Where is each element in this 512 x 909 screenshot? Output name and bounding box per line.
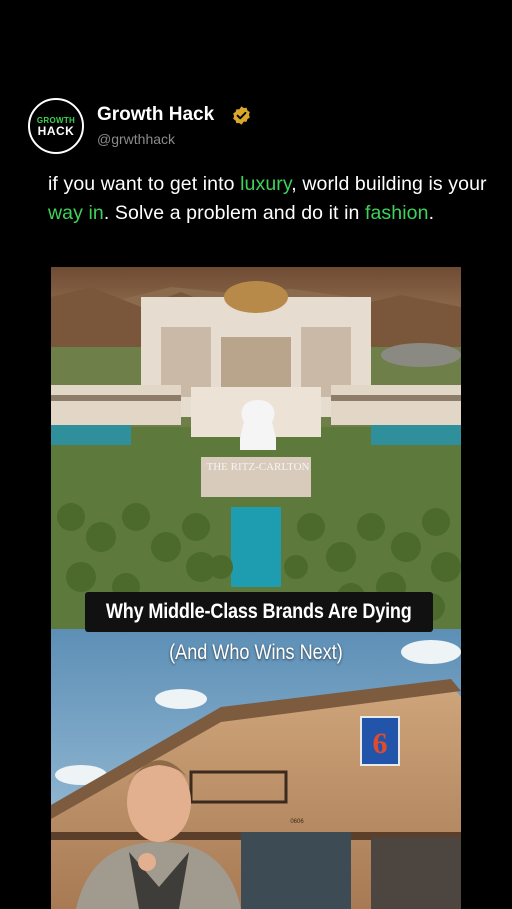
video-title-box: Why Middle-Class Brands Are Dying xyxy=(85,592,433,632)
avatar[interactable]: GROWTH HACK xyxy=(28,98,84,154)
post-media[interactable]: 6 0606 THE RITZ-CARLTON xyxy=(51,267,461,909)
hotel-logo-text: THE RITZ-CARLTON xyxy=(207,461,310,473)
caption-text: if you want to get into xyxy=(48,173,241,195)
account-name[interactable]: Growth Hack xyxy=(97,104,214,126)
video-title: Why Middle-Class Brands Are Dying xyxy=(106,600,412,623)
motel-sign-number: 6 xyxy=(373,727,388,760)
post-header: GROWTH HACK Growth Hack @grwthhack xyxy=(28,98,488,158)
verified-badge-icon xyxy=(233,106,250,125)
caption-highlight-luxury: luxury xyxy=(240,173,292,195)
caption-text: . xyxy=(428,202,435,224)
video-subtitle: (And Who Wins Next) xyxy=(169,641,343,664)
caption-text: . Solve a problem and do it in xyxy=(103,202,365,224)
avatar-text-bottom: HACK xyxy=(37,123,75,138)
motel-room-number: 0606 xyxy=(290,819,304,825)
caption-text: , world building is your xyxy=(291,173,487,195)
account-handle[interactable]: @grwthhack xyxy=(97,131,175,147)
post-caption: if you want to get into luxury, world bu… xyxy=(48,170,488,228)
caption-highlight-fashion: fashion xyxy=(364,202,429,224)
video-subtitle-wrap: (And Who Wins Next) xyxy=(51,641,461,665)
caption-highlight-way-in: way in xyxy=(48,202,104,224)
ritz-carlton-logo: THE RITZ-CARLTON xyxy=(207,400,310,473)
media-illustration: 6 0606 xyxy=(51,267,461,909)
